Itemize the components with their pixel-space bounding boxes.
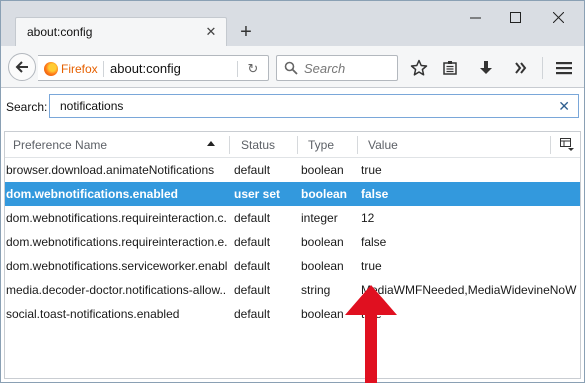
cell-preference-name: social.toast-notifications.enabled xyxy=(6,307,180,321)
close-tab-icon[interactable]: ✕ xyxy=(202,23,220,41)
cell-type: boolean xyxy=(301,235,344,249)
cell-value: true xyxy=(361,163,382,177)
filter-row: Search: notifications ✕ xyxy=(1,89,584,125)
table-row[interactable]: browser.download.animateNotifications def… xyxy=(5,158,580,182)
firefox-icon xyxy=(44,62,58,76)
column-separator xyxy=(229,136,230,154)
table-header: Preference Name Status Type Value xyxy=(5,132,580,158)
filter-label: Search: xyxy=(6,100,48,114)
cell-status: user set xyxy=(234,187,281,201)
cell-preference-name: dom.webnotifications.enabled xyxy=(6,187,179,201)
cell-preference-name: dom.webnotifications.requireinteraction.… xyxy=(6,211,227,225)
tab-strip: about:config ✕ + xyxy=(1,1,584,46)
column-separator xyxy=(550,136,551,154)
maximize-icon[interactable] xyxy=(497,5,533,29)
url-text[interactable]: about:config xyxy=(110,61,181,76)
cell-status: default xyxy=(234,163,271,177)
table-row[interactable]: dom.webnotifications.serviceworker.enabl… xyxy=(5,254,580,278)
column-header-type[interactable]: Type xyxy=(308,138,334,152)
cell-status: default xyxy=(234,235,271,249)
search-icon xyxy=(284,61,298,75)
cell-status: default xyxy=(234,211,271,225)
column-separator xyxy=(297,136,298,154)
cell-value: 12 xyxy=(361,211,375,225)
cell-preference-name: media.decoder-doctor.notifications-allow… xyxy=(6,283,227,297)
cell-value: false xyxy=(361,235,387,249)
search-placeholder: Search xyxy=(304,61,346,76)
cell-preference-name: dom.webnotifications.requireinteraction.… xyxy=(6,235,227,249)
bookmark-star-icon[interactable] xyxy=(408,57,430,79)
new-tab-icon[interactable]: + xyxy=(235,21,257,43)
cell-type: boolean xyxy=(301,187,348,201)
red-arrow-annotation xyxy=(345,285,397,383)
back-button[interactable] xyxy=(8,53,36,81)
cell-status: default xyxy=(234,283,271,297)
tab-about-config[interactable]: about:config ✕ xyxy=(15,17,227,46)
preferences-table: Preference Name Status Type Value browse… xyxy=(4,131,581,379)
sort-ascending-icon xyxy=(207,141,215,146)
reload-icon[interactable]: ↻ xyxy=(245,61,261,77)
cell-status: default xyxy=(234,307,271,321)
hamburger-menu-icon[interactable] xyxy=(553,57,575,79)
cell-preference-name: browser.download.animateNotifications xyxy=(6,163,215,177)
cell-type: integer xyxy=(301,211,338,225)
about-config-page: Search: notifications ✕ Preference Name … xyxy=(1,89,584,383)
download-icon[interactable] xyxy=(475,57,497,79)
table-row[interactable]: dom.webnotifications.requireinteraction.… xyxy=(5,230,580,254)
url-separator xyxy=(103,61,104,77)
table-row[interactable]: social.toast-notifications.enabled defaul… xyxy=(5,302,580,326)
table-row[interactable]: dom.webnotifications.requireinteraction.… xyxy=(5,206,580,230)
column-picker-icon[interactable] xyxy=(560,138,574,151)
toolbar-divider xyxy=(542,57,543,79)
column-header-value[interactable]: Value xyxy=(368,138,398,152)
search-input[interactable]: Search xyxy=(276,55,398,81)
column-header-status[interactable]: Status xyxy=(241,138,275,152)
column-separator xyxy=(357,136,358,154)
cell-status: default xyxy=(234,259,271,273)
cell-value: true xyxy=(361,259,382,273)
table-row[interactable]: dom.webnotifications.enabled user set bool… xyxy=(5,182,580,206)
url-bar[interactable]: Firefox about:config ↻ xyxy=(38,55,269,81)
clear-filter-icon[interactable]: ✕ xyxy=(558,98,570,115)
filter-value: notifications xyxy=(60,99,124,113)
filter-input[interactable]: notifications ✕ xyxy=(49,94,579,118)
url-separator-2 xyxy=(237,61,238,77)
back-arrow-icon xyxy=(15,61,28,73)
column-header-name[interactable]: Preference Name xyxy=(13,138,107,152)
cell-type: boolean xyxy=(301,163,344,177)
navigation-bar: Firefox about:config ↻ Search xyxy=(1,46,584,88)
reading-list-icon[interactable] xyxy=(439,57,461,79)
identity-label: Firefox xyxy=(61,62,98,76)
browser-window: about:config ✕ + Firefox about:config ↻ … xyxy=(0,0,585,383)
overflow-chevron-icon[interactable] xyxy=(510,57,532,79)
table-row[interactable]: media.decoder-doctor.notifications-allow… xyxy=(5,278,580,302)
cell-preference-name: dom.webnotifications.serviceworker.enabl… xyxy=(6,259,227,273)
tab-title: about:config xyxy=(27,25,93,39)
close-window-icon[interactable] xyxy=(540,5,576,29)
minimize-icon[interactable] xyxy=(457,5,493,29)
cell-value: false xyxy=(361,187,389,201)
cell-type: boolean xyxy=(301,259,344,273)
